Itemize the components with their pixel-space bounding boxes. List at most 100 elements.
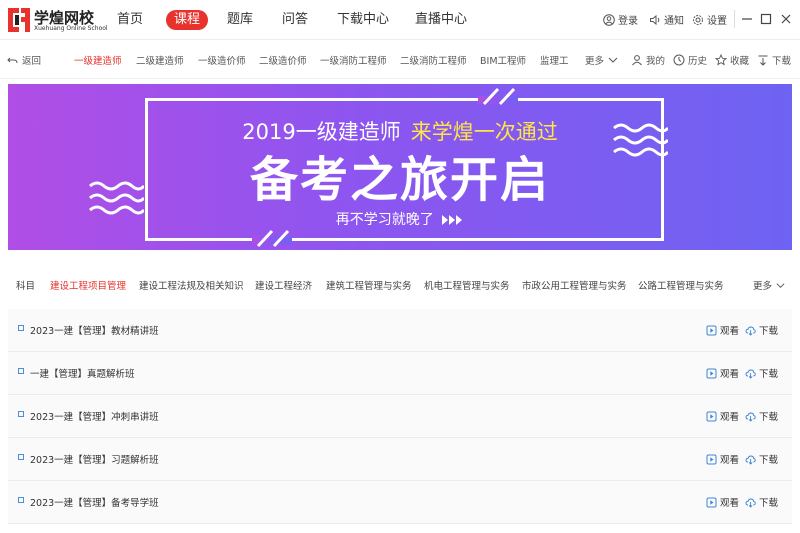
banner-main-title: 备考之旅开启 — [249, 152, 550, 208]
back-label: 返回 — [22, 56, 42, 67]
cloud-download-icon — [745, 326, 756, 336]
more-label: 更多 — [585, 56, 605, 67]
watch-button[interactable]: 观看 — [706, 495, 739, 509]
watch-label: 观看 — [720, 412, 740, 423]
play-video-icon — [706, 368, 717, 378]
watch-button[interactable]: 观看 — [706, 452, 739, 466]
watch-button[interactable]: 观看 — [706, 366, 739, 380]
course-title[interactable]: 2023一建【管理】习题解析班 — [30, 452, 159, 466]
back-button[interactable]: 返回 — [7, 53, 41, 67]
subject-tabs: 科目 建设工程项目管理 建设工程法规及相关知识 建设工程经济 建筑工程管理与实务… — [8, 266, 792, 302]
nav-qa[interactable]: 问答 — [282, 10, 308, 30]
subject-tab[interactable]: 建筑工程管理与实务 — [326, 278, 412, 292]
category-tab[interactable]: 二级造价师 — [259, 53, 307, 67]
watch-button[interactable]: 观看 — [706, 323, 739, 337]
mine-button[interactable]: 我的 — [631, 53, 665, 67]
download-button[interactable]: 下载 — [745, 495, 778, 509]
category-tab[interactable]: 一级建造师 — [74, 53, 122, 67]
subject-label: 科目 — [16, 281, 36, 292]
cloud-download-icon — [745, 498, 756, 508]
minimize-icon[interactable] — [740, 12, 754, 26]
category-tab[interactable]: 二级消防工程师 — [400, 53, 467, 67]
course-row: 一建【管理】真题解析班 观看 下载 — [8, 352, 792, 395]
nav-courses[interactable]: 课程 — [166, 10, 209, 30]
promo-banner[interactable]: 2019一级建造师 来学煌一次通过 备考之旅开启 再不学习就晚了 — [8, 84, 792, 250]
download-button[interactable]: 下载 — [745, 452, 778, 466]
download-button[interactable]: 下载 — [745, 409, 778, 423]
settings-button[interactable]: 设置 — [692, 12, 727, 27]
history-button[interactable]: 历史 — [673, 53, 707, 67]
cloud-download-icon — [745, 455, 756, 465]
triple-arrow-icon — [442, 215, 463, 225]
more-subjects-label: 更多 — [753, 281, 773, 292]
category-tab[interactable]: 二级建造师 — [136, 53, 184, 67]
window-separator — [734, 10, 735, 28]
course-row: 2023一建【管理】冲刺串讲班 观看 下载 — [8, 395, 792, 438]
watch-label: 观看 — [720, 498, 740, 509]
subject-tab[interactable]: 市政公用工程管理与实务 — [522, 278, 627, 292]
subject-tab[interactable]: 公路工程管理与实务 — [638, 278, 724, 292]
subject-tab[interactable]: 建设工程经济 — [255, 278, 312, 292]
download-icon — [758, 55, 768, 66]
more-categories-button[interactable]: 更多 — [585, 53, 619, 67]
banner-tagline-text: 再不学习就晚了 — [335, 212, 434, 228]
settings-label: 设置 — [707, 16, 727, 27]
logo-subtext: Xuehuang Online School — [34, 25, 108, 32]
user-icon — [603, 13, 615, 26]
course-title[interactable]: 2023一建【管理】备考导学班 — [30, 495, 159, 509]
category-tab[interactable]: 一级造价师 — [198, 53, 246, 67]
clock-icon — [673, 54, 685, 66]
watch-button[interactable]: 观看 — [706, 409, 739, 423]
nav-download-center[interactable]: 下载中心 — [337, 10, 389, 30]
play-video-icon — [706, 411, 717, 421]
category-tab[interactable]: 一级消防工程师 — [320, 53, 387, 67]
top-bar: 学煌网校 Xuehuang Online School 首页 课程 题库 问答 … — [0, 0, 800, 40]
login-label: 登录 — [618, 16, 638, 27]
watch-label: 观看 — [720, 369, 740, 380]
login-button[interactable]: 登录 — [603, 12, 638, 27]
course-row: 2023一建【管理】习题解析班 观看 下载 — [8, 438, 792, 481]
app-logo[interactable]: 学煌网校 Xuehuang Online School — [6, 4, 108, 36]
category-bar: 返回 一级建造师 二级建造师 一级造价师 二级造价师 一级消防工程师 二级消防工… — [0, 41, 800, 79]
course-list: 2023一建【管理】教材精讲班 观看 下载 一建【管理】真题解析班 观看 下载 … — [8, 309, 792, 524]
mine-label: 我的 — [646, 56, 666, 67]
banner-tagline: 再不学习就晚了 — [8, 209, 792, 229]
more-subjects-button[interactable]: 更多 — [753, 278, 786, 292]
course-title[interactable]: 2023一建【管理】冲刺串讲班 — [30, 409, 159, 423]
nav-question-bank[interactable]: 题库 — [227, 10, 253, 30]
subject-tab[interactable]: 机电工程管理与实务 — [424, 278, 510, 292]
course-title[interactable]: 2023一建【管理】教材精讲班 — [30, 323, 159, 337]
download-label: 下载 — [759, 326, 779, 337]
download-button[interactable]: 下载 — [757, 53, 791, 67]
download-label: 下载 — [759, 369, 779, 380]
chevron-down-icon — [608, 57, 618, 63]
notice-button[interactable]: 通知 — [649, 12, 684, 27]
notice-label: 通知 — [664, 16, 684, 27]
bullet-icon — [18, 325, 24, 331]
speaker-icon — [650, 14, 660, 25]
cloud-download-icon — [745, 412, 756, 422]
course-title[interactable]: 一建【管理】真题解析班 — [30, 366, 135, 380]
bullet-icon — [18, 368, 24, 374]
nav-live-center[interactable]: 直播中心 — [415, 10, 467, 30]
favorite-button[interactable]: 收藏 — [715, 53, 749, 67]
bullet-icon — [18, 454, 24, 460]
download-label: 下载 — [759, 498, 779, 509]
download-label: 下载 — [759, 412, 779, 423]
download-label: 下载 — [772, 56, 792, 67]
course-row: 2023一建【管理】教材精讲班 观看 下载 — [8, 309, 792, 352]
back-arrow-icon — [7, 57, 18, 63]
subject-tab[interactable]: 建设工程项目管理 — [50, 278, 126, 292]
maximize-icon[interactable] — [759, 12, 773, 26]
download-label: 下载 — [759, 455, 779, 466]
play-video-icon — [706, 497, 717, 507]
category-tab[interactable]: 监理工 — [540, 53, 570, 67]
download-button[interactable]: 下载 — [745, 366, 778, 380]
nav-home[interactable]: 首页 — [117, 10, 143, 30]
close-icon[interactable] — [779, 12, 793, 26]
subject-tab[interactable]: 建设工程法规及相关知识 — [139, 278, 244, 292]
play-video-icon — [706, 454, 717, 464]
download-button[interactable]: 下载 — [745, 323, 778, 337]
favorite-label: 收藏 — [730, 56, 750, 67]
category-tab[interactable]: BIM工程师 — [480, 53, 526, 67]
